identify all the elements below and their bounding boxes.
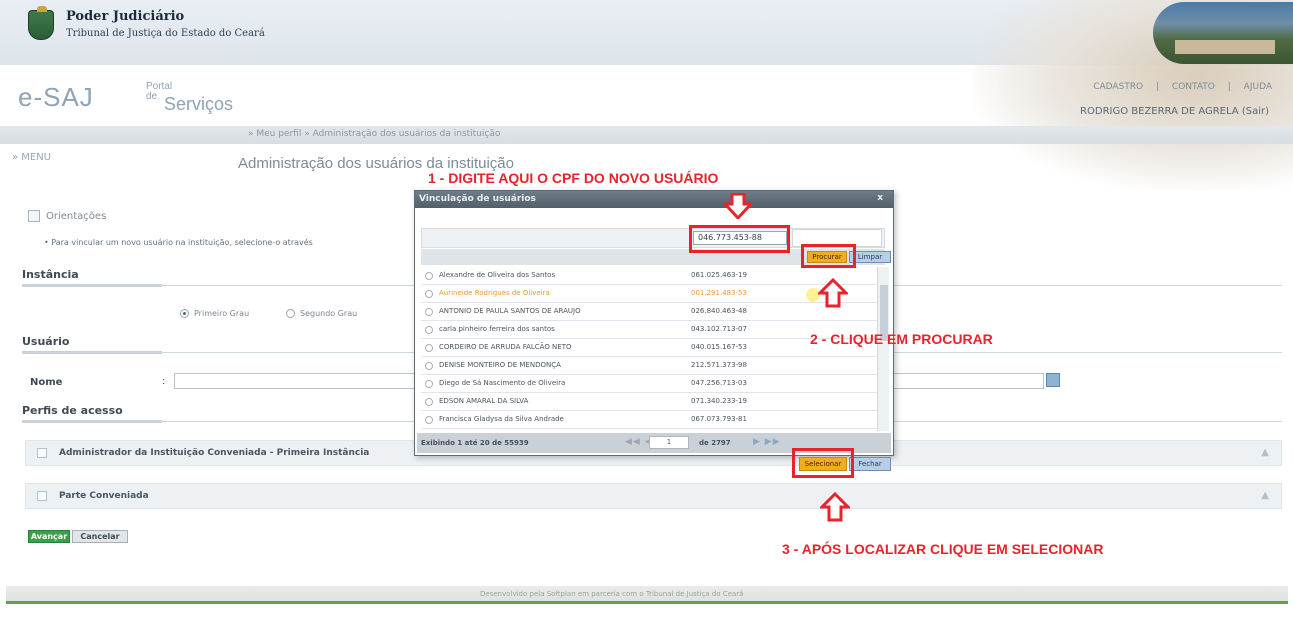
de-word: de xyxy=(146,91,158,102)
row-radio[interactable] xyxy=(425,380,433,388)
row-cpf: 067.073.793-81 xyxy=(691,415,747,423)
fechar-button[interactable]: Fechar xyxy=(849,457,891,471)
row-cpf: 071.340.233-19 xyxy=(691,397,747,405)
row-name: Aurineide Rodrigues de Oliveira xyxy=(439,289,550,297)
arrow-down-icon xyxy=(724,193,752,219)
row-cpf: 001.291.483-53 xyxy=(691,289,747,297)
table-row[interactable]: Alexandre de Oliveira dos Santos 061.025.… xyxy=(421,267,877,285)
accordion-label: Administrador da Instituição Conveniada … xyxy=(59,448,370,458)
close-icon[interactable]: x xyxy=(877,193,883,203)
pager-summary: Exibindo 1 até 20 de 55939 xyxy=(421,439,529,447)
scrollbar[interactable] xyxy=(877,267,889,431)
row-radio[interactable] xyxy=(425,362,433,370)
link-contato[interactable]: CONTATO xyxy=(1172,82,1215,92)
menu-toggle[interactable]: » MENU xyxy=(12,152,51,163)
instancia-label: Instância xyxy=(22,268,79,281)
cancel-button[interactable]: Cancelar xyxy=(72,530,128,543)
vinculacao-modal: Vinculação de usuários x 046.773.453-88 … xyxy=(414,190,894,471)
row-name: Diego de Sá Nascimento de Oliveira xyxy=(439,379,566,387)
row-radio[interactable] xyxy=(425,326,433,334)
user-info: RODRIGO BEZERRA DE AGRELA (Sair) xyxy=(1080,106,1269,117)
arrow-up-icon xyxy=(818,278,848,308)
annotation-step2: 2 - CLIQUE EM PROCURAR xyxy=(810,331,993,347)
table-row[interactable]: CORDEIRO DE ARRUDA FALCÃO NETO 040.015.16… xyxy=(421,339,877,357)
user-name: RODRIGO BEZERRA DE AGRELA xyxy=(1080,106,1239,117)
top-links: CADASTRO | CONTATO | AJUDA xyxy=(1088,82,1277,92)
checkbox[interactable] xyxy=(37,448,47,458)
radio-primeiro-grau[interactable] xyxy=(180,309,189,318)
breadcrumb[interactable]: » Meu perfil » Administração dos usuário… xyxy=(248,129,500,139)
radio-primeiro-grau-label: Primeiro Grau xyxy=(194,309,250,318)
link-cadastro[interactable]: CADASTRO xyxy=(1093,82,1143,92)
org-subtitle: Tribunal de Justiça do Estado do Ceará xyxy=(66,28,265,39)
row-name: CORDEIRO DE ARRUDA FALCÃO NETO xyxy=(439,343,572,351)
row-name: Alexandre de Oliveira dos Santos xyxy=(439,271,556,279)
nome-colon: : xyxy=(162,376,166,387)
coat-of-arms-icon xyxy=(28,6,54,40)
row-cpf: 040.015.167-53 xyxy=(691,343,747,351)
usuario-label: Usuário xyxy=(22,335,70,348)
link-ajuda[interactable]: AJUDA xyxy=(1244,82,1272,92)
radio-segundo-grau-label: Segundo Grau xyxy=(300,309,358,318)
checkbox[interactable] xyxy=(37,491,47,501)
row-radio[interactable] xyxy=(425,398,433,406)
table-row[interactable]: DENISE MONTEIRO DE MENDONÇA 212.571.373-9… xyxy=(421,357,877,375)
row-cpf: 212.571.373-98 xyxy=(691,361,747,369)
row-radio[interactable] xyxy=(425,290,433,298)
highlight-cpf-input xyxy=(689,225,790,253)
servicos-label: Serviços xyxy=(164,94,234,114)
table-row[interactable]: EDSON AMARAL DA SILVA 071.340.233-19 xyxy=(421,393,877,411)
annotation-step1: 1 - DIGITE AQUI O CPF DO NOVO USUÁRIO xyxy=(428,170,719,186)
row-name: EDSON AMARAL DA SILVA xyxy=(439,397,529,405)
page: Poder Judiciário Tribunal de Justiça do … xyxy=(0,0,1293,630)
chevron-up-icon[interactable]: ▲ xyxy=(1261,447,1269,458)
row-name: DENISE MONTEIRO DE MENDONÇA xyxy=(439,361,561,369)
page-input[interactable]: 1 xyxy=(649,436,689,449)
row-cpf: 061.025.463-19 xyxy=(691,271,747,279)
modal-title: Vinculação de usuários xyxy=(419,194,536,204)
row-radio[interactable] xyxy=(425,308,433,316)
breadcrumb-bar xyxy=(0,126,1293,144)
row-radio[interactable] xyxy=(425,272,433,280)
esaj-logo[interactable]: e-SAJ xyxy=(18,82,94,113)
search-icon[interactable] xyxy=(1046,373,1060,387)
pager-next-icon[interactable]: ▶ ▶▶ xyxy=(753,437,781,447)
table-row[interactable]: ANTONIO DE PAULA SANTOS DE ARAUJO 026.840… xyxy=(421,303,877,321)
highlight-procurar-button xyxy=(801,244,856,268)
esaj-logo-text: e-SAJ xyxy=(18,82,94,112)
perfis-label: Perfis de acesso xyxy=(22,404,123,417)
advance-button[interactable]: Avançar xyxy=(28,530,70,543)
table-row[interactable]: carla pinheiro ferreira dos santos 043.10… xyxy=(421,321,877,339)
nome-label: Nome xyxy=(30,377,63,388)
arrow-up-icon xyxy=(820,492,850,522)
row-name: Francisca Gladysa da Silva Andrade xyxy=(439,415,564,423)
modal-titlebar: Vinculação de usuários x xyxy=(415,191,893,208)
table-row[interactable]: Diego de Sá Nascimento de Oliveira 047.25… xyxy=(421,375,877,393)
orientacoes-title: Orientações xyxy=(46,211,107,222)
accordion-label: Parte Conveniada xyxy=(59,491,149,501)
row-cpf: 047.256.713-03 xyxy=(691,379,747,387)
org-title: Poder Judiciário xyxy=(66,9,185,24)
logout-link[interactable]: (Sair) xyxy=(1242,106,1269,117)
row-cpf: 043.102.713-07 xyxy=(691,325,747,333)
highlight-selecionar-button xyxy=(792,448,854,478)
link-separator: | xyxy=(1156,82,1160,92)
link-separator: | xyxy=(1227,82,1231,92)
row-cpf: 026.840.463-48 xyxy=(691,307,747,315)
row-radio[interactable] xyxy=(425,416,433,424)
footer-text: Desenvolvido pela Softplan em parceria c… xyxy=(480,590,744,598)
annotation-step3: 3 - APÓS LOCALIZAR CLIQUE EM SELECIONAR xyxy=(782,541,1104,557)
court-building-image xyxy=(1153,2,1293,64)
orientacoes-text: • Para vincular um novo usuário na insti… xyxy=(44,238,313,247)
radio-segundo-grau[interactable] xyxy=(286,309,295,318)
chevron-up-icon[interactable]: ▲ xyxy=(1261,490,1269,501)
accordion-parte-conveniada[interactable]: Parte Conveniada ▲ xyxy=(25,483,1282,509)
row-radio[interactable] xyxy=(425,344,433,352)
row-name: ANTONIO DE PAULA SANTOS DE ARAUJO xyxy=(439,307,581,315)
pager-total: de 2797 xyxy=(699,439,731,447)
table-row[interactable]: Francisca Gladysa da Silva Andrade 067.07… xyxy=(421,411,877,429)
row-name: carla pinheiro ferreira dos santos xyxy=(439,325,555,333)
orientacoes-toggle[interactable] xyxy=(28,210,40,222)
